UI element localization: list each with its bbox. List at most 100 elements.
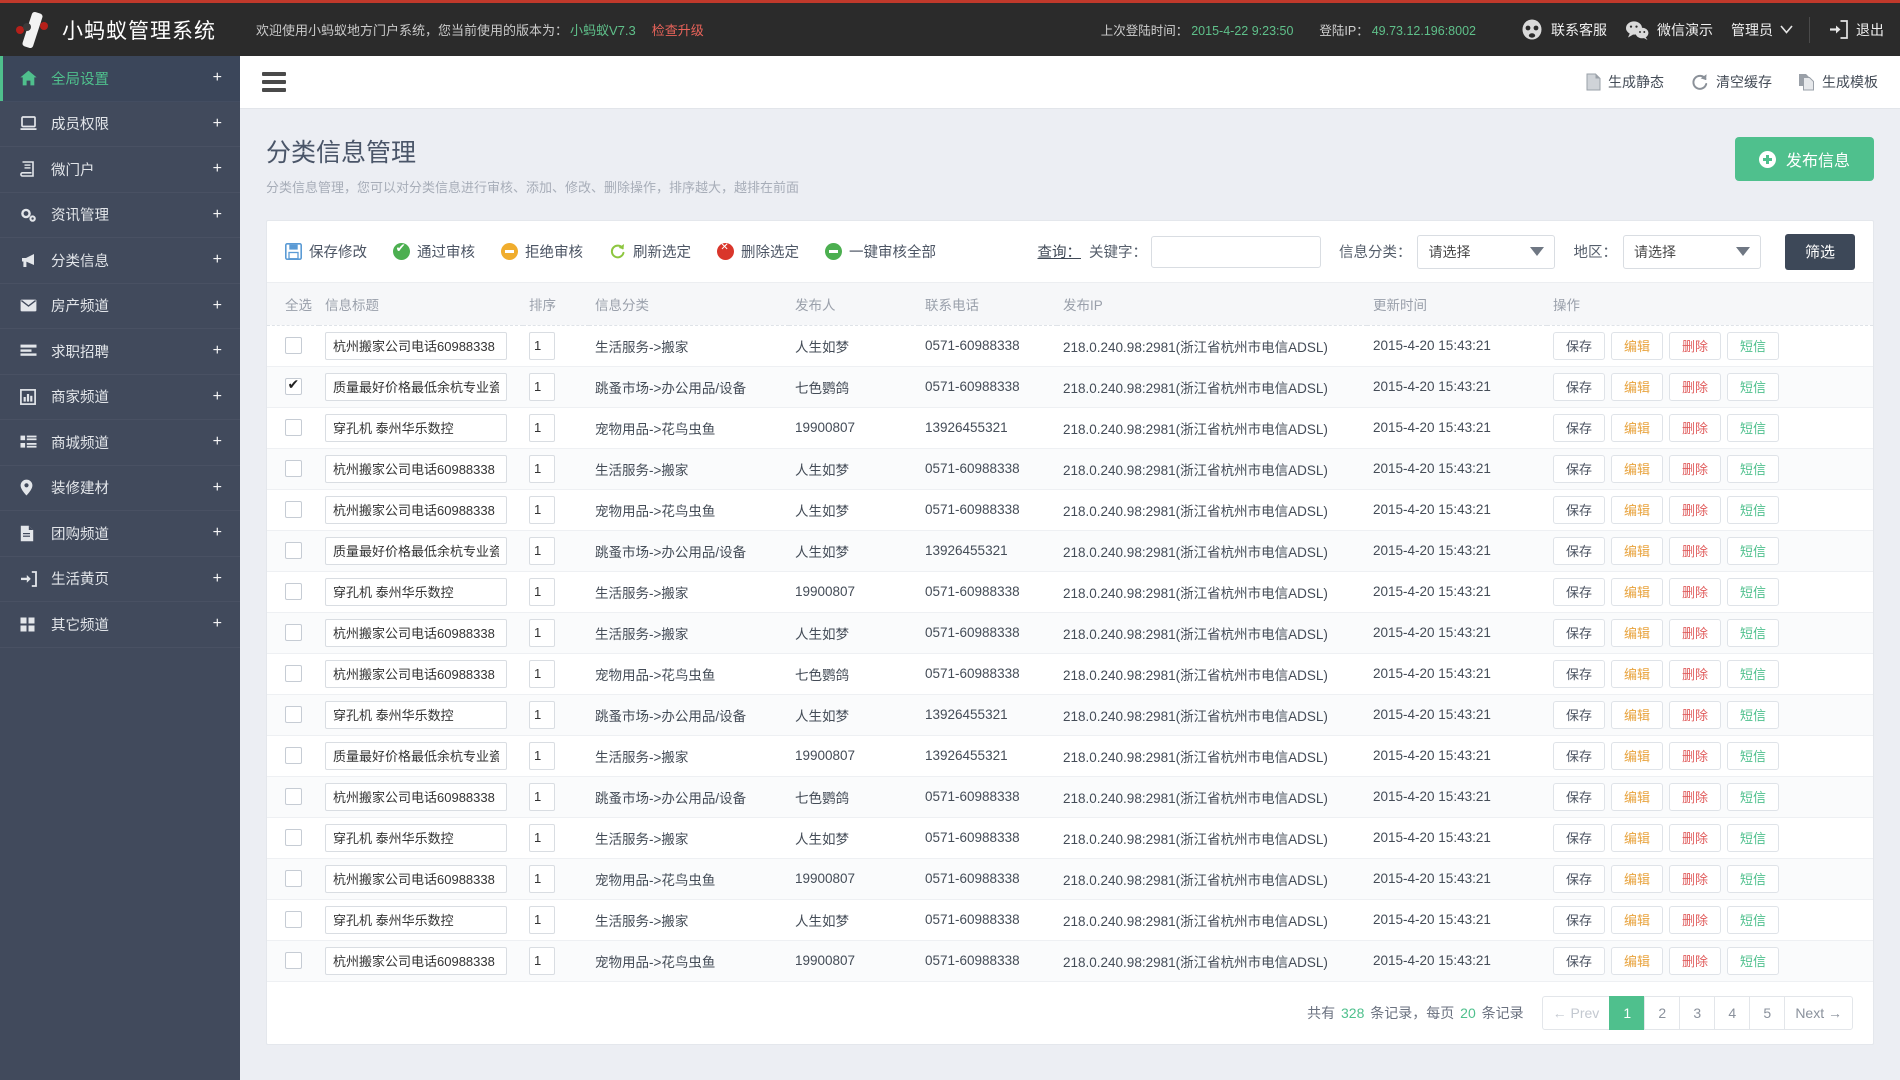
row-order-input[interactable] [529,495,555,524]
row-action-1[interactable]: 编辑 [1611,454,1663,483]
row-action-3[interactable]: 短信 [1727,495,1779,524]
row-title-input[interactable] [325,864,507,893]
row-action-0[interactable]: 保存 [1553,864,1605,893]
row-action-2[interactable]: 删除 [1669,495,1721,524]
sidebar-item-5[interactable]: 房产频道 + [0,284,240,329]
row-action-2[interactable]: 删除 [1669,618,1721,647]
wechat-demo-button[interactable]: 微信演示 [1625,20,1713,40]
row-action-1[interactable]: 编辑 [1611,782,1663,811]
logout-button[interactable]: 退出 [1828,19,1884,40]
sidebar-expand-icon[interactable]: + [213,342,222,360]
sidebar-expand-icon[interactable]: + [213,479,222,497]
row-action-3[interactable]: 短信 [1727,741,1779,770]
row-action-2[interactable]: 删除 [1669,331,1721,360]
keyword-input[interactable] [1150,235,1321,268]
generate-static-button[interactable]: 生成静态 [1586,72,1664,92]
sidebar-expand-icon[interactable]: + [213,206,222,224]
row-title-input[interactable] [325,659,507,688]
row-title-input[interactable] [325,782,507,811]
pagination-next[interactable]: Next → [1784,995,1853,1030]
row-action-3[interactable]: 短信 [1727,454,1779,483]
row-action-3[interactable]: 短信 [1727,782,1779,811]
sidebar-expand-icon[interactable]: + [213,297,222,315]
pagination-page-5[interactable]: 5 [1749,995,1786,1030]
sidebar-expand-icon[interactable]: + [213,433,222,451]
row-action-2[interactable]: 删除 [1669,536,1721,565]
row-action-1[interactable]: 编辑 [1611,700,1663,729]
row-action-0[interactable]: 保存 [1553,618,1605,647]
row-order-input[interactable] [529,331,555,360]
row-checkbox[interactable] [285,419,302,436]
sidebar-item-4[interactable]: 分类信息 + [0,238,240,284]
row-action-1[interactable]: 编辑 [1611,823,1663,852]
row-action-3[interactable]: 短信 [1727,618,1779,647]
sidebar-expand-icon[interactable]: + [213,160,222,178]
row-action-2[interactable]: 删除 [1669,905,1721,934]
publish-info-button[interactable]: 发布信息 [1734,137,1874,181]
sidebar-item-0[interactable]: 全局设置 + [0,56,240,102]
row-title-input[interactable] [325,454,507,483]
row-title-input[interactable] [325,331,507,360]
generate-template-button[interactable]: 生成模板 [1798,72,1878,92]
row-checkbox[interactable] [285,706,302,723]
row-order-input[interactable] [529,454,555,483]
row-action-0[interactable]: 保存 [1553,413,1605,442]
row-action-0[interactable]: 保存 [1553,659,1605,688]
brand[interactable]: 小蚂蚁管理系统 [0,3,240,56]
row-checkbox[interactable] [285,747,302,764]
sidebar-item-1[interactable]: 成员权限 + [0,102,240,147]
row-action-3[interactable]: 短信 [1727,413,1779,442]
sidebar-item-2[interactable]: 微门户 + [0,147,240,193]
user-menu[interactable]: 管理员 [1731,20,1793,40]
row-title-input[interactable] [325,741,507,770]
row-checkbox[interactable] [285,542,302,559]
sidebar-item-10[interactable]: 团购频道 + [0,511,240,557]
row-action-2[interactable]: 删除 [1669,413,1721,442]
row-action-3[interactable]: 短信 [1727,577,1779,606]
sidebar-expand-icon[interactable]: + [213,524,222,542]
pagination-page-4[interactable]: 4 [1714,995,1751,1030]
row-action-3[interactable]: 短信 [1727,659,1779,688]
pagination-page-2[interactable]: 2 [1644,995,1681,1030]
row-action-0[interactable]: 保存 [1553,536,1605,565]
row-action-2[interactable]: 删除 [1669,372,1721,401]
row-checkbox[interactable] [285,829,302,846]
row-action-3[interactable]: 短信 [1727,331,1779,360]
row-action-2[interactable]: 删除 [1669,864,1721,893]
row-action-1[interactable]: 编辑 [1611,536,1663,565]
row-title-input[interactable] [325,946,507,975]
row-action-1[interactable]: 编辑 [1611,741,1663,770]
sidebar-item-9[interactable]: 装修建材 + [0,466,240,511]
row-action-2[interactable]: 删除 [1669,700,1721,729]
refresh-selected-button[interactable]: 刷新选定 [609,241,691,262]
row-action-1[interactable]: 编辑 [1611,618,1663,647]
sidebar-item-11[interactable]: 生活黄页 + [0,557,240,602]
row-action-0[interactable]: 保存 [1553,700,1605,729]
row-action-3[interactable]: 短信 [1727,823,1779,852]
row-action-3[interactable]: 短信 [1727,905,1779,934]
row-action-1[interactable]: 编辑 [1611,659,1663,688]
row-order-input[interactable] [529,946,555,975]
row-order-input[interactable] [529,823,555,852]
row-action-0[interactable]: 保存 [1553,495,1605,524]
row-action-2[interactable]: 删除 [1669,823,1721,852]
row-checkbox[interactable] [285,788,302,805]
sidebar-item-3[interactable]: 资讯管理 + [0,193,240,238]
row-title-input[interactable] [325,823,507,852]
sidebar-item-7[interactable]: 商家频道 + [0,375,240,420]
row-action-1[interactable]: 编辑 [1611,372,1663,401]
row-order-input[interactable] [529,741,555,770]
row-action-1[interactable]: 编辑 [1611,331,1663,360]
sidebar-item-6[interactable]: 求职招聘 + [0,329,240,375]
row-title-input[interactable] [325,495,507,524]
row-action-0[interactable]: 保存 [1553,946,1605,975]
pagination-page-1[interactable]: 1 [1609,995,1646,1030]
row-title-input[interactable] [325,905,507,934]
approve-button[interactable]: 通过审核 [393,241,475,262]
row-action-0[interactable]: 保存 [1553,331,1605,360]
row-order-input[interactable] [529,577,555,606]
row-order-input[interactable] [529,864,555,893]
row-action-1[interactable]: 编辑 [1611,495,1663,524]
pagination-page-3[interactable]: 3 [1679,995,1716,1030]
region-select[interactable]: 请选择 [1622,234,1761,269]
